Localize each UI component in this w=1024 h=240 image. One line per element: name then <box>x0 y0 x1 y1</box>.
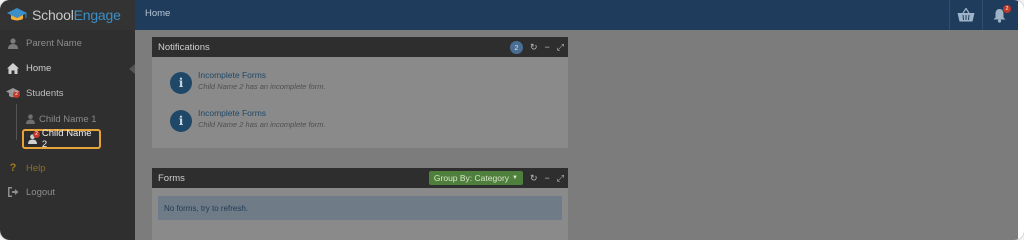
notification-title[interactable]: Incomplete Forms <box>198 108 326 119</box>
group-by-dropdown[interactable]: Group By: Category ▼ <box>428 171 523 185</box>
sidebar-item-home[interactable]: Home <box>0 56 135 80</box>
expand-icon[interactable]: ⤢ <box>557 173 564 183</box>
notification-item[interactable]: i Incomplete Forms Child Name 2 has an i… <box>170 108 326 132</box>
sidebar-item-child-2[interactable]: 2 Child Name 2 <box>22 128 101 150</box>
app-window: SchoolEngage Parent Name Home 2 Students <box>0 0 1018 240</box>
sidebar-item-students-label: Students <box>26 87 64 99</box>
home-icon <box>0 62 26 74</box>
logo-text: SchoolEngage <box>32 7 121 23</box>
tree-connector <box>16 104 17 140</box>
sidebar-item-logout[interactable]: Logout <box>0 180 135 204</box>
sidebar-user[interactable]: Parent Name <box>0 31 135 55</box>
notification-item[interactable]: i Incomplete Forms Child Name 2 has an i… <box>170 70 326 94</box>
minimize-icon[interactable]: − <box>545 42 550 52</box>
forms-empty-text[interactable]: No forms, try to refresh. <box>164 204 248 213</box>
notification-subtitle: Child Name 2 has an incomplete form. <box>198 82 326 91</box>
group-by-label: Group By: Category <box>433 173 510 183</box>
forms-empty-message: No forms, try to refresh. <box>158 196 562 220</box>
logo[interactable]: SchoolEngage <box>0 0 135 30</box>
top-header: Home 2 <box>135 0 1018 30</box>
user-icon: 2 <box>28 131 40 144</box>
notifications-count: 2 <box>509 40 523 54</box>
notification-subtitle: Child Name 2 has an incomplete form. <box>198 120 326 129</box>
notification-title[interactable]: Incomplete Forms <box>198 70 326 81</box>
bell-badge: 2 <box>1003 5 1011 13</box>
sidebar-item-students[interactable]: 2 Students <box>0 81 135 105</box>
forms-title: Forms <box>158 172 185 184</box>
sidebar-item-help[interactable]: ? Help <box>0 156 135 180</box>
forms-panel: Forms Group By: Category ▼ ↻ − ⤢ No form… <box>152 168 568 240</box>
question-icon: ? <box>9 162 17 174</box>
notifications-panel: Notifications 2 ↻ − ⤢ i Incomplete Forms… <box>152 37 568 148</box>
graduation-cap-icon <box>6 7 28 23</box>
logo-text-engage: Engage <box>73 7 121 23</box>
sidebar: SchoolEngage Parent Name Home 2 Students <box>0 0 135 240</box>
refresh-icon[interactable]: ↻ <box>530 42 538 52</box>
minimize-icon[interactable]: − <box>545 173 550 183</box>
user-icon <box>26 114 35 124</box>
logout-icon <box>0 187 26 197</box>
page-title: Home <box>145 8 171 19</box>
forms-tools: Group By: Category ▼ ↻ − ⤢ <box>428 168 564 188</box>
notifications-panel-header: Notifications 2 ↻ − ⤢ <box>152 37 568 57</box>
basket-button[interactable] <box>949 0 982 30</box>
notifications-title: Notifications <box>158 41 210 53</box>
sidebar-item-child-1[interactable]: Child Name 1 <box>22 110 97 128</box>
child-2-label: Child Name 2 <box>41 128 92 150</box>
sidebar-item-help-label: Help <box>26 162 46 174</box>
info-icon: i <box>170 72 192 94</box>
logo-text-school: School <box>32 7 74 23</box>
screenshot-frame: SchoolEngage Parent Name Home 2 Students <box>0 0 1024 240</box>
forms-panel-header: Forms Group By: Category ▼ ↻ − ⤢ <box>152 168 568 188</box>
students-badge: 2 <box>13 90 20 98</box>
sidebar-user-label: Parent Name <box>26 37 82 49</box>
students-icon: 2 <box>0 87 26 99</box>
user-icon <box>0 37 26 49</box>
notifications-bell-button[interactable]: 2 <box>982 0 1015 30</box>
info-icon: i <box>170 110 192 132</box>
main-content: Notifications 2 ↻ − ⤢ i Incomplete Forms… <box>135 30 1018 240</box>
notifications-tools: 2 ↻ − ⤢ <box>509 37 564 57</box>
sidebar-item-logout-label: Logout <box>26 186 56 198</box>
basket-icon <box>957 8 975 22</box>
expand-icon[interactable]: ⤢ <box>557 42 564 52</box>
child-1-label: Child Name 1 <box>39 113 97 125</box>
sidebar-item-home-label: Home <box>26 62 52 74</box>
refresh-icon[interactable]: ↻ <box>530 173 538 183</box>
child-2-badge: 2 <box>33 131 40 138</box>
caret-down-icon: ▼ <box>512 175 518 181</box>
